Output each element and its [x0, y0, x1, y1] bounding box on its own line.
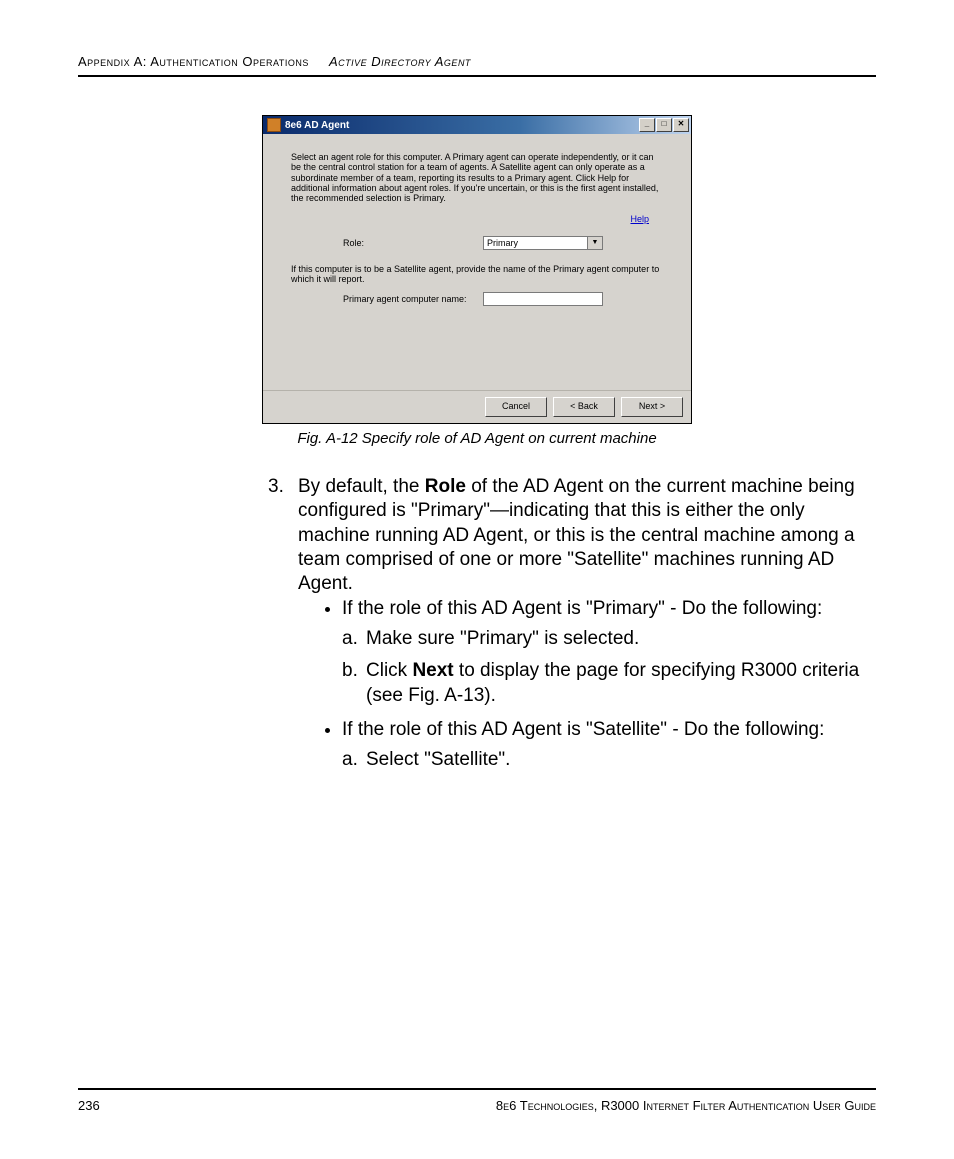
sub-letter: b.: [342, 659, 366, 708]
page-footer: 236 8e6 Technologies, R3000 Internet Fil…: [78, 1088, 876, 1113]
dialog-description: Select an agent role for this computer. …: [291, 152, 663, 204]
sub-a2-text: Select "Satellite".: [366, 748, 876, 772]
primary-name-input[interactable]: [483, 292, 603, 306]
bullet2-text: If the role of this AD Agent is "Satelli…: [342, 719, 824, 740]
list-number: 3.: [268, 475, 298, 782]
bullet-item-primary: If the role of this AD Agent is "Primary…: [342, 597, 876, 708]
b1b-pre: Click: [366, 660, 412, 681]
sub-list: a. Select "Satellite".: [342, 748, 876, 772]
maximize-button[interactable]: □: [656, 118, 672, 132]
dialog-window: 8e6 AD Agent _ □ ✕ Select an agent role …: [262, 115, 692, 424]
ordered-list-item: 3. By default, the Role of the AD Agent …: [268, 475, 876, 782]
primary-name-label: Primary agent computer name:: [343, 294, 483, 304]
app-icon: [267, 118, 281, 132]
sub-a-text: Make sure "Primary" is selected.: [366, 627, 876, 651]
bullet-list: If the role of this AD Agent is "Primary…: [298, 597, 876, 773]
minimize-button[interactable]: _: [639, 118, 655, 132]
sub-b-text: Click Next to display the page for speci…: [366, 659, 876, 708]
b1b-bold: Next: [412, 660, 453, 681]
body-text: 3. By default, the Role of the AD Agent …: [268, 475, 876, 782]
sub-list: a. Make sure "Primary" is selected. b. C…: [342, 627, 876, 708]
para-bold-role: Role: [425, 476, 466, 497]
sub-letter: a.: [342, 627, 366, 651]
role-value: Primary: [484, 237, 587, 249]
dialog-body: Select an agent role for this computer. …: [263, 134, 691, 390]
figure-caption: Fig. A-12 Specify role of AD Agent on cu…: [78, 430, 876, 447]
back-button[interactable]: < Back: [553, 397, 615, 417]
page-number: 236: [78, 1098, 100, 1113]
running-header: Appendix A: Authentication Operations Ac…: [78, 54, 876, 77]
document-page: Appendix A: Authentication Operations Ac…: [0, 0, 954, 1159]
role-row: Role: Primary ▼: [343, 236, 663, 250]
list-content: By default, the Role of the AD Agent on …: [298, 475, 876, 782]
close-button[interactable]: ✕: [673, 118, 689, 132]
sub-letter: a.: [342, 748, 366, 772]
header-left: Appendix A: Authentication Operations: [78, 54, 309, 69]
dialog-titlebar: 8e6 AD Agent _ □ ✕: [263, 116, 691, 134]
help-link[interactable]: Help: [291, 214, 649, 224]
dialog-footer: Cancel < Back Next >: [263, 390, 691, 423]
header-right: Active Directory Agent: [329, 54, 471, 69]
window-controls: _ □ ✕: [639, 118, 691, 132]
cancel-button[interactable]: Cancel: [485, 397, 547, 417]
bullet1-text: If the role of this AD Agent is "Primary…: [342, 598, 822, 619]
role-combobox[interactable]: Primary ▼: [483, 236, 603, 250]
primary-name-row: Primary agent computer name:: [343, 292, 663, 306]
bullet-item-satellite: If the role of this AD Agent is "Satelli…: [342, 718, 876, 773]
dialog-title: 8e6 AD Agent: [285, 120, 349, 131]
footer-right: 8e6 Technologies, R3000 Internet Filter …: [496, 1098, 876, 1113]
satellite-note: If this computer is to be a Satellite ag…: [291, 264, 663, 284]
next-button[interactable]: Next >: [621, 397, 683, 417]
para-pre: By default, the: [298, 476, 425, 497]
role-label: Role:: [343, 238, 483, 248]
chevron-down-icon: ▼: [587, 237, 602, 249]
